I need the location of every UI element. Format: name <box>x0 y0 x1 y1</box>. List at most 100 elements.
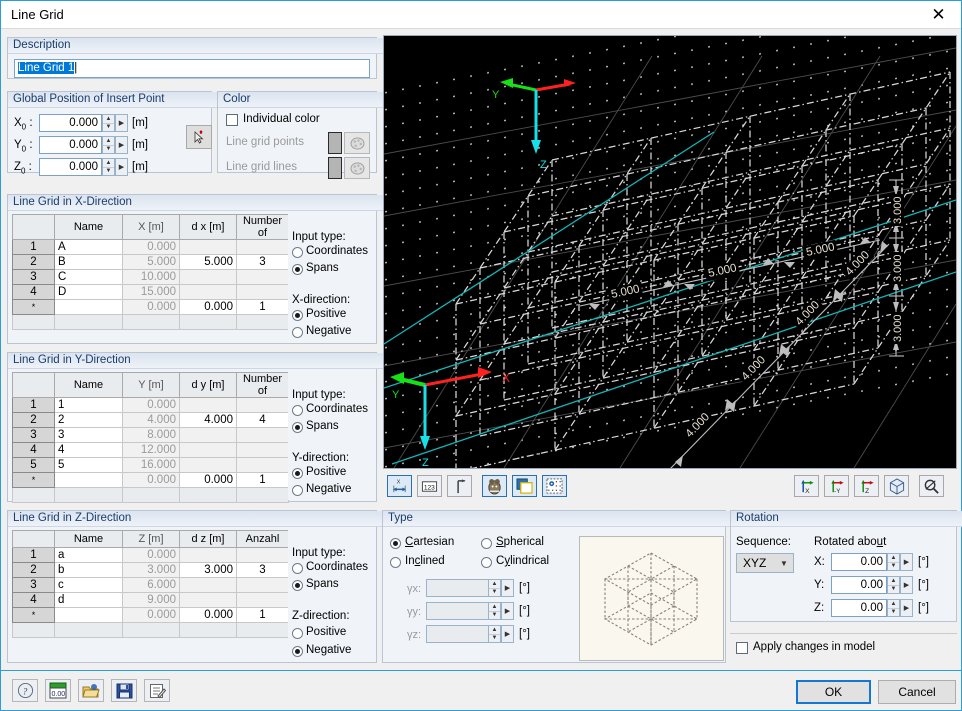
cell-delta[interactable]: 4.000 <box>180 413 237 428</box>
z0-more-button[interactable]: ▶ <box>115 158 128 176</box>
cell-count[interactable]: 1 <box>237 300 289 315</box>
cancel-button[interactable]: Cancel <box>878 680 956 704</box>
cell-count[interactable]: 1 <box>237 473 289 488</box>
x-direction-table[interactable]: Name X [m] d x [m] Number of 1 A 0.000 2… <box>12 214 289 330</box>
view-in-y-icon[interactable]: -Y <box>824 475 849 497</box>
cell-count[interactable] <box>237 548 289 563</box>
cell-name[interactable]: 5 <box>55 458 123 473</box>
cell-count[interactable] <box>237 578 289 593</box>
x0-input[interactable]: 0.000 <box>39 114 102 132</box>
z-direction-table[interactable]: Name Z [m] d z [m] Anzahl 1 a 0.000 2 b … <box>12 530 289 638</box>
pick-point-icon[interactable] <box>186 125 212 149</box>
table-row[interactable]: 1 1 0.000 <box>13 398 289 413</box>
table-row[interactable]: 2 b 3.000 3.000 3 <box>13 563 289 578</box>
view-in-x-icon[interactable]: X <box>794 475 819 497</box>
cell-name[interactable] <box>55 300 123 315</box>
gamma-y-spinner[interactable]: ▲▼ <box>488 602 501 620</box>
x-direction-negative-radio[interactable] <box>292 327 303 338</box>
table-row-new[interactable]: * 0.000 0.000 1 <box>13 300 289 315</box>
x0-more-button[interactable]: ▶ <box>115 114 128 132</box>
model-3d-viewport[interactable]: 3.000 3.000 3.000 <box>383 35 957 469</box>
y-input-type-coordinates-radio[interactable] <box>292 405 303 416</box>
cell-count[interactable] <box>237 270 289 285</box>
individual-color-checkbox[interactable] <box>226 114 238 126</box>
cell-name[interactable]: D <box>55 285 123 300</box>
cell-name[interactable]: a <box>55 548 123 563</box>
cell-delta[interactable] <box>180 458 237 473</box>
z-input-type-coordinates-radio[interactable] <box>292 563 303 574</box>
line-grid-lines-color-palette-icon[interactable] <box>344 157 370 179</box>
rotation-y-input[interactable]: 0.00 <box>831 576 887 594</box>
x-direction-positive-radio[interactable] <box>292 310 303 321</box>
cell-count[interactable] <box>237 458 289 473</box>
rotation-x-spinner[interactable]: ▲▼ <box>887 553 900 571</box>
x-input-type-spans-radio[interactable] <box>292 264 303 275</box>
cell-delta[interactable]: 0.000 <box>180 300 237 315</box>
table-row[interactable]: 3 3 8.000 <box>13 428 289 443</box>
cell-delta[interactable] <box>180 398 237 413</box>
rotation-z-more-button[interactable]: ▶ <box>900 599 913 617</box>
cell-delta[interactable] <box>180 240 237 255</box>
cell-delta[interactable] <box>180 428 237 443</box>
table-row-new[interactable]: * 0.000 0.000 1 <box>13 608 289 623</box>
y-direction-positive-radio[interactable] <box>292 468 303 479</box>
axis-system-icon[interactable] <box>447 475 472 497</box>
table-row[interactable]: 1 a 0.000 <box>13 548 289 563</box>
table-row[interactable]: 1 A 0.000 <box>13 240 289 255</box>
y0-more-button[interactable]: ▶ <box>115 136 128 154</box>
y0-spinner[interactable]: ▲▼ <box>102 136 115 154</box>
y-direction-table[interactable]: Name Y [m] d y [m] Number of 1 1 0.000 2… <box>12 372 289 503</box>
z-direction-negative-radio[interactable] <box>292 646 303 657</box>
view-in-z-icon[interactable]: Z <box>854 475 879 497</box>
numbering-123-icon[interactable]: 123 <box>417 475 442 497</box>
gamma-y-more-button[interactable]: ▶ <box>501 602 514 620</box>
y-input-type-spans-radio[interactable] <box>292 422 303 433</box>
table-row[interactable]: 2 2 4.000 4.000 4 <box>13 413 289 428</box>
table-row[interactable]: 3 C 10.000 <box>13 270 289 285</box>
rotation-y-more-button[interactable]: ▶ <box>900 576 913 594</box>
table-row[interactable]: 4 4 12.000 <box>13 443 289 458</box>
z0-spinner[interactable]: ▲▼ <box>102 158 115 176</box>
cell-delta[interactable] <box>180 593 237 608</box>
cell-name[interactable] <box>55 473 123 488</box>
z-direction-positive-radio[interactable] <box>292 628 303 639</box>
gamma-z-more-button[interactable]: ▶ <box>501 625 514 643</box>
cell-delta[interactable] <box>180 578 237 593</box>
units-decimal-icon[interactable]: 0.00 <box>45 679 71 702</box>
table-row[interactable]: 3 c 6.000 <box>13 578 289 593</box>
zoom-all-icon[interactable] <box>919 475 944 497</box>
cell-count[interactable]: 3 <box>237 255 289 270</box>
point-grid-icon[interactable] <box>542 475 567 497</box>
rotation-z-input[interactable]: 0.00 <box>831 599 887 617</box>
x0-spinner[interactable]: ▲▼ <box>102 114 115 132</box>
cell-name[interactable]: c <box>55 578 123 593</box>
cell-count[interactable]: 1 <box>237 608 289 623</box>
cell-delta[interactable]: 0.000 <box>180 608 237 623</box>
gamma-z-spinner[interactable]: ▲▼ <box>488 625 501 643</box>
line-grid-points-swatch[interactable] <box>328 132 342 154</box>
cell-count[interactable] <box>237 285 289 300</box>
cell-name[interactable]: d <box>55 593 123 608</box>
rotation-y-spinner[interactable]: ▲▼ <box>887 576 900 594</box>
x-input-type-coordinates-radio[interactable] <box>292 247 303 258</box>
rotation-z-spinner[interactable]: ▲▼ <box>887 599 900 617</box>
gamma-x-spinner[interactable]: ▲▼ <box>488 579 501 597</box>
cell-delta[interactable]: 3.000 <box>180 563 237 578</box>
rotation-x-more-button[interactable]: ▶ <box>900 553 913 571</box>
y-direction-negative-radio[interactable] <box>292 485 303 496</box>
cell-count[interactable]: 4 <box>237 413 289 428</box>
cell-delta[interactable]: 5.000 <box>180 255 237 270</box>
window-layout-icon[interactable] <box>512 475 537 497</box>
type-inclined-radio[interactable] <box>390 557 401 568</box>
gamma-x-more-button[interactable]: ▶ <box>501 579 514 597</box>
line-grid-lines-swatch[interactable] <box>328 157 342 179</box>
type-spherical-radio[interactable] <box>481 538 492 549</box>
cell-count[interactable]: 3 <box>237 563 289 578</box>
table-row-new[interactable]: * 0.000 0.000 1 <box>13 473 289 488</box>
cell-name[interactable]: 3 <box>55 428 123 443</box>
open-folder-icon[interactable] <box>78 679 104 702</box>
cell-name[interactable]: 1 <box>55 398 123 413</box>
cell-name[interactable]: 2 <box>55 413 123 428</box>
cell-count[interactable] <box>237 240 289 255</box>
apply-changes-checkbox[interactable] <box>736 642 748 654</box>
